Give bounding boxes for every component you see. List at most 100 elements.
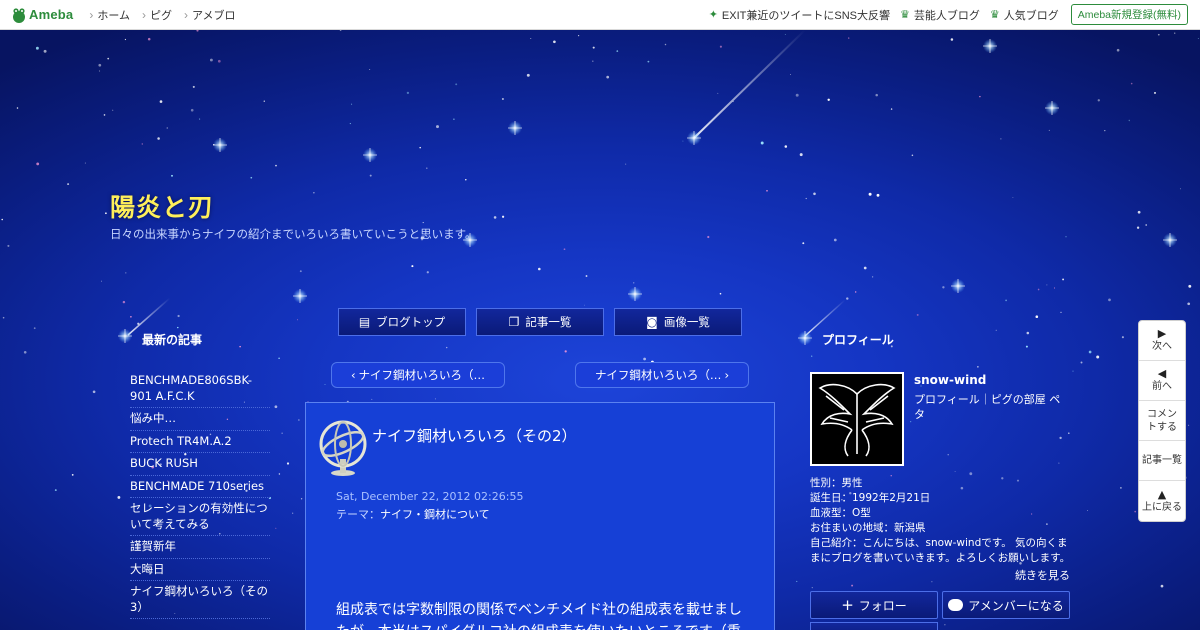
next-page-button[interactable]: ▶ 次へ — [1139, 321, 1185, 361]
recent-article-link[interactable]: セレーションの有効性について考えてみる — [130, 498, 270, 536]
article-entry: ナイフ鋼材いろいろ（その2） Sat, December 22, 2012 02… — [305, 402, 775, 630]
star — [1137, 210, 1141, 214]
star — [1048, 129, 1050, 131]
profile-avatar[interactable] — [810, 372, 904, 466]
star — [1116, 48, 1120, 52]
recent-article-link[interactable]: BUCK RUSH — [130, 453, 270, 476]
extra-profile-button[interactable] — [810, 622, 938, 630]
profile-name[interactable]: snow-wind — [914, 373, 986, 387]
star — [1145, 224, 1148, 226]
article-list-button[interactable]: ❐ 記事一覧 — [476, 308, 604, 336]
blog-description: 日々の出来事からナイフの紹介までいろいろ書いていこうと思います。 — [110, 227, 477, 241]
star — [351, 103, 353, 105]
star — [147, 37, 151, 41]
star — [969, 472, 973, 476]
star — [799, 153, 803, 157]
star — [732, 100, 734, 103]
recent-article-link[interactable]: BENCHMADE806SBK-901 A.F.C.K — [130, 370, 270, 408]
side-article-list-button[interactable]: 記事一覧 — [1139, 441, 1185, 481]
profile-info: 性別：男性 誕生日：1992年2月21日 血液型：O型 お住まいの地域：新潟県 … — [810, 476, 1072, 566]
star — [122, 300, 126, 304]
signup-button[interactable]: Ameba新規登録(無料) — [1070, 4, 1188, 25]
star — [43, 49, 47, 53]
article-title[interactable]: ナイフ鋼材いろいろ（その2） — [372, 425, 577, 446]
crown-icon: ♛ — [899, 9, 910, 21]
star — [995, 329, 997, 331]
star — [863, 266, 867, 270]
document-icon: ❐ — [508, 315, 520, 329]
star — [1174, 32, 1176, 34]
star — [137, 322, 140, 325]
nav-home-link[interactable]: ホーム — [89, 7, 130, 23]
star — [875, 93, 878, 97]
star — [1130, 82, 1133, 85]
comment-button[interactable]: コメントする — [1139, 401, 1185, 441]
star — [16, 107, 19, 109]
celebrity-blog-link[interactable]: ♛ 芸能人ブログ — [900, 7, 980, 23]
star — [802, 242, 805, 245]
prev-page-button[interactable]: ◀ 前へ — [1139, 361, 1185, 401]
profile-gender: 性別：男性 — [810, 477, 863, 489]
star — [349, 123, 351, 125]
blog-top-label: ブログトップ — [376, 315, 446, 329]
star — [784, 34, 786, 36]
star — [1128, 119, 1131, 122]
trending-news-link[interactable]: ✦ EXIT兼近のツイートにSNS大反響 — [709, 7, 890, 23]
blog-top-button[interactable]: ▤ ブログトップ — [338, 308, 466, 336]
nav-ameblo-link[interactable]: アメブロ — [184, 7, 235, 23]
star — [760, 141, 764, 145]
recent-article-link[interactable]: BENCHMADE 710series — [130, 476, 270, 498]
prev-article-button[interactable]: ‹ ナイフ鋼材いろいろ（… — [331, 362, 505, 388]
follow-button[interactable]: + フォロー — [810, 591, 938, 619]
star — [177, 326, 179, 329]
star — [292, 512, 294, 514]
popular-blog-link[interactable]: ♛ 人気ブログ — [990, 7, 1059, 23]
star — [92, 390, 96, 394]
recent-article-link[interactable]: 大晦日 — [130, 559, 270, 581]
star — [281, 432, 283, 434]
star — [36, 162, 40, 166]
camera-icon: ◙ — [646, 315, 658, 329]
star — [124, 38, 126, 41]
next-article-button[interactable]: ナイフ鋼材いろいろ（… › — [575, 362, 749, 388]
star — [493, 216, 497, 219]
plus-icon: + — [841, 596, 854, 614]
play-right-icon: ▶ — [1157, 327, 1167, 340]
star — [1104, 130, 1106, 132]
recent-article-link[interactable]: ナイフ鋼材いろいろ（その3） — [130, 581, 270, 619]
recent-article-link[interactable]: Protech TR4M.A.2 — [130, 431, 270, 453]
star — [299, 270, 302, 273]
nav-pigg-link[interactable]: ピグ — [142, 7, 172, 23]
star — [263, 100, 265, 102]
recent-article-link[interactable]: 謹賀新年 — [130, 536, 270, 559]
star — [851, 584, 854, 587]
star — [1154, 91, 1156, 94]
star — [426, 167, 428, 169]
amember-button[interactable]: アメンバーになる — [942, 591, 1070, 619]
read-more-link[interactable]: 続きを見る — [1015, 567, 1070, 583]
arrow-up-icon: ▲ — [1157, 487, 1167, 501]
star — [209, 58, 213, 62]
image-list-button[interactable]: ◙ 画像一覧 — [614, 308, 742, 336]
star — [871, 276, 874, 278]
article-theme-link[interactable]: ナイフ・鋼材について — [380, 508, 490, 521]
recent-article-link[interactable]: 悩み中… — [130, 408, 270, 431]
star — [313, 192, 315, 194]
sparkle-icon: ✦ — [708, 9, 718, 21]
star — [1012, 197, 1014, 198]
follow-label: フォロー — [858, 598, 907, 613]
star — [1157, 33, 1160, 36]
star — [848, 37, 850, 39]
back-to-top-button[interactable]: ▲ 上に戻る — [1139, 481, 1185, 521]
star — [833, 238, 837, 242]
profile-links[interactable]: プロフィール｜ピグの部屋 ペタ — [914, 392, 1064, 422]
star — [217, 59, 221, 63]
prev-page-label: 前へ — [1152, 381, 1172, 392]
ameba-logo[interactable]: Ameba — [12, 7, 73, 23]
star — [944, 624, 946, 626]
article-date: Sat, December 22, 2012 02:26:55 — [336, 490, 524, 503]
star — [117, 495, 121, 499]
top-right-links: ✦ EXIT兼近のツイートにSNS大反響 ♛ 芸能人ブログ ♛ 人気ブログ Am… — [699, 4, 1188, 25]
star — [274, 405, 278, 409]
blog-title[interactable]: 陽炎と刃 — [110, 188, 214, 224]
